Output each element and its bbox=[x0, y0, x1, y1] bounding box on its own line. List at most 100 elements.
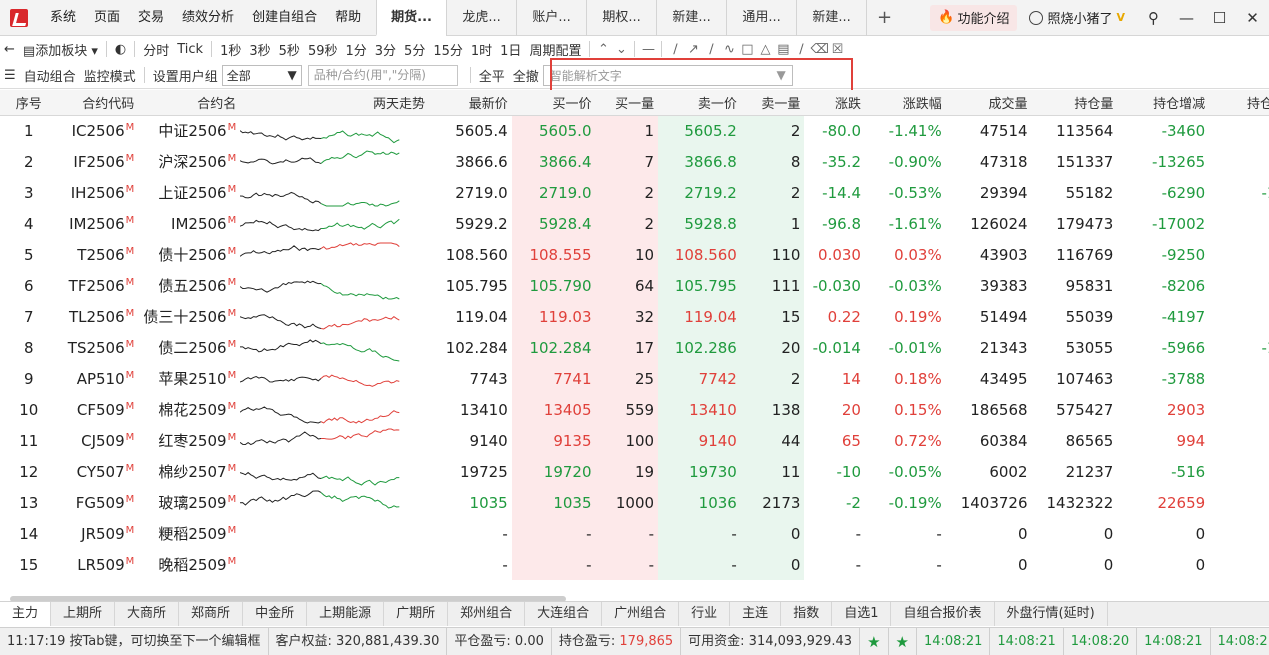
maximize-icon[interactable]: ☐ bbox=[1203, 9, 1236, 27]
text-tool-icon[interactable]: ▤ bbox=[774, 42, 792, 57]
column-header[interactable]: 最新价 bbox=[428, 90, 512, 116]
market-tab[interactable]: 主力 bbox=[0, 602, 52, 626]
market-tab[interactable]: 郑商所 bbox=[179, 602, 244, 626]
feature-intro-button[interactable]: 🔥 功能介绍 bbox=[930, 4, 1018, 31]
table-row[interactable]: 7 TL2506M 债三十2506M 119.04 119.03 32 119.04 15 0.… bbox=[0, 301, 1269, 332]
table-row[interactable]: 4 IM2506M IM2506M 5929.2 5928.4 2 5928.8 1 -96.8… bbox=[0, 208, 1269, 239]
table-row[interactable]: 14 JR509M 粳稻2509M - - - -0- -0 0 0 bbox=[0, 518, 1269, 549]
close-icon[interactable]: ✕ bbox=[1236, 9, 1269, 27]
table-row[interactable]: 12 CY507M 棉纱2507M 19725 19720 19 19730 11 -10 -0.… bbox=[0, 456, 1269, 487]
tab-general[interactable]: 通用... bbox=[726, 0, 796, 36]
hline-tool-icon[interactable]: — bbox=[639, 42, 657, 57]
table-row[interactable]: 10 CF509M 棉花2509M 13410 13405 559 13410 138 20 0.… bbox=[0, 394, 1269, 425]
quote-table[interactable]: 序号 合约代码 合约名 两天走势 最新价 买一价 买一量 卖一价 卖一量 涨跌 涨跌幅 成交量 持仓量持… bbox=[0, 90, 1269, 597]
column-header[interactable]: 买一量 bbox=[595, 90, 659, 116]
menu-performance[interactable]: 绩效分析 bbox=[173, 0, 243, 36]
column-header[interactable]: 买一价 bbox=[511, 90, 596, 116]
column-header[interactable]: 持仓增减 bbox=[1117, 90, 1210, 116]
period-tick[interactable]: Tick bbox=[173, 42, 207, 57]
column-header[interactable]: 卖一量 bbox=[740, 90, 805, 116]
table-row[interactable]: 13 FG509M 玻璃2509M 1035 1035 1000 1036 2173 -2 -0.… bbox=[0, 487, 1269, 518]
period-1h[interactable]: 1时 bbox=[467, 40, 496, 59]
table-row[interactable]: 6 TF2506M 债五2506M 105.795 105.790 64 105.795 11… bbox=[0, 270, 1269, 301]
market-tab[interactable]: 自选1 bbox=[832, 602, 892, 626]
market-tab[interactable]: 上期能源 bbox=[307, 602, 385, 626]
period-1s[interactable]: 1秒 bbox=[216, 40, 245, 59]
column-header[interactable]: 成交量 bbox=[945, 90, 1032, 116]
parallel-tool-icon[interactable]: ∕ bbox=[792, 42, 810, 57]
column-header[interactable]: 涨跌 bbox=[804, 90, 865, 116]
table-row[interactable]: 1 IC2506M 中证2506M 5605.4 5605.0 1 5605.2 2 -80.0… bbox=[0, 115, 1269, 146]
column-header[interactable]: 卖一价 bbox=[658, 90, 741, 116]
tab-options[interactable]: 期权... bbox=[586, 0, 656, 36]
user-group-select[interactable]: 全部 ▼ bbox=[221, 64, 302, 86]
column-header[interactable]: 涨跌幅 bbox=[864, 90, 946, 116]
period-3m[interactable]: 3分 bbox=[371, 40, 400, 59]
rect-tool-icon[interactable]: □ bbox=[738, 42, 756, 57]
star-icon[interactable]: ★ bbox=[860, 627, 889, 655]
menu-create-combo[interactable]: 创建自组合 bbox=[243, 0, 326, 36]
table-row[interactable]: 9 AP510M 苹果2510M 7743 7741 25 7742 2 14 0.18% 4349… bbox=[0, 363, 1269, 394]
add-tab-button[interactable]: + bbox=[866, 0, 902, 36]
menu-help[interactable]: 帮助 bbox=[326, 0, 370, 36]
tab-new-1[interactable]: 新建... bbox=[656, 0, 726, 36]
period-1d[interactable]: 1日 bbox=[496, 40, 525, 59]
market-tab[interactable]: 外盘行情(延时) bbox=[995, 602, 1108, 626]
line-tool-icon[interactable]: ∕ bbox=[666, 42, 684, 57]
tab-account[interactable]: 账户... bbox=[516, 0, 586, 36]
settings-sliders-icon[interactable]: ☰ bbox=[0, 68, 20, 83]
column-header[interactable]: 合约代码 bbox=[57, 90, 139, 116]
table-row[interactable]: 3 IH2506M 上证2506M 2719.0 2719.0 2 2719.2 2 -14.4… bbox=[0, 177, 1269, 208]
contract-search-input[interactable]: 品种/合约(用","分隔) bbox=[307, 64, 458, 86]
column-header[interactable]: 持仓增 bbox=[1209, 90, 1269, 116]
table-row[interactable]: 11 CJ509M 红枣2509M 9140 9135 100 9140 44 65 0.72% 6… bbox=[0, 425, 1269, 456]
menu-system[interactable]: 系统 bbox=[41, 0, 85, 36]
polyline-tool-icon[interactable]: ∿ bbox=[720, 42, 738, 57]
triangle-tool-icon[interactable]: △ bbox=[756, 42, 774, 57]
market-tab[interactable]: 广州组合 bbox=[602, 602, 680, 626]
market-tab[interactable]: 大连组合 bbox=[525, 602, 603, 626]
market-tab[interactable]: 中金所 bbox=[243, 602, 308, 626]
market-tab[interactable]: 主连 bbox=[730, 602, 782, 626]
period-1m[interactable]: 1分 bbox=[341, 40, 370, 59]
zoom-in-icon[interactable]: ⌃ bbox=[594, 42, 612, 57]
tab-new-2[interactable]: 新建... bbox=[796, 0, 866, 36]
close-all-button[interactable]: 全平 bbox=[475, 66, 509, 85]
market-tab[interactable]: 上期所 bbox=[51, 602, 116, 626]
segment-tool-icon[interactable]: ∕ bbox=[702, 42, 720, 57]
table-row[interactable]: 15 LR509M 晚稻2509M - - - -0- -0 0 0 bbox=[0, 549, 1269, 580]
minimize-icon[interactable]: — bbox=[1170, 9, 1203, 27]
zoom-out-icon[interactable]: ⌄ bbox=[612, 42, 630, 57]
period-59s[interactable]: 59秒 bbox=[304, 40, 342, 59]
table-row[interactable]: 5 T2506M 债十2506M 108.560 108.555 10 108.560 110… bbox=[0, 239, 1269, 270]
contrast-icon[interactable]: ◐ bbox=[111, 42, 130, 57]
auto-combo-button[interactable]: 自动组合 bbox=[20, 66, 80, 85]
market-tab[interactable]: 指数 bbox=[781, 602, 833, 626]
back-arrow-icon[interactable]: ← bbox=[0, 42, 19, 57]
ray-tool-icon[interactable]: ↗ bbox=[684, 42, 702, 57]
cancel-all-button[interactable]: 全撤 bbox=[509, 66, 543, 85]
period-5s[interactable]: 5秒 bbox=[275, 40, 304, 59]
period-config[interactable]: 周期配置 bbox=[525, 40, 585, 59]
user-button[interactable]: 照烧小猪了 V bbox=[1023, 5, 1131, 31]
market-tab[interactable]: 自组合报价表 bbox=[891, 602, 995, 626]
pin-icon[interactable]: ⚲ bbox=[1137, 9, 1170, 27]
trash-icon[interactable]: ☒ bbox=[828, 42, 846, 57]
market-tab[interactable]: 郑州组合 bbox=[448, 602, 526, 626]
column-header[interactable]: 持仓量 bbox=[1031, 90, 1118, 116]
monitor-mode-button[interactable]: 监控模式 bbox=[80, 66, 140, 85]
period-5m[interactable]: 5分 bbox=[400, 40, 429, 59]
menu-trade[interactable]: 交易 bbox=[129, 0, 173, 36]
column-header[interactable]: 合约名 bbox=[138, 90, 241, 116]
period-15m[interactable]: 15分 bbox=[429, 40, 467, 59]
market-tab[interactable]: 行业 bbox=[679, 602, 731, 626]
market-tab[interactable]: 广期所 bbox=[384, 602, 449, 626]
star-icon[interactable]: ★ bbox=[889, 627, 917, 655]
eraser-icon[interactable]: ⌫ bbox=[810, 42, 828, 57]
period-3s[interactable]: 3秒 bbox=[245, 40, 274, 59]
table-row[interactable]: 8 TS2506M 债二2506M 102.284 102.284 17 102.286 20… bbox=[0, 332, 1269, 363]
market-tab[interactable]: 大商所 bbox=[115, 602, 180, 626]
menu-page[interactable]: 页面 bbox=[85, 0, 129, 36]
tab-futures[interactable]: 期货... bbox=[376, 0, 447, 36]
column-header[interactable]: 两天走势 bbox=[240, 90, 429, 116]
